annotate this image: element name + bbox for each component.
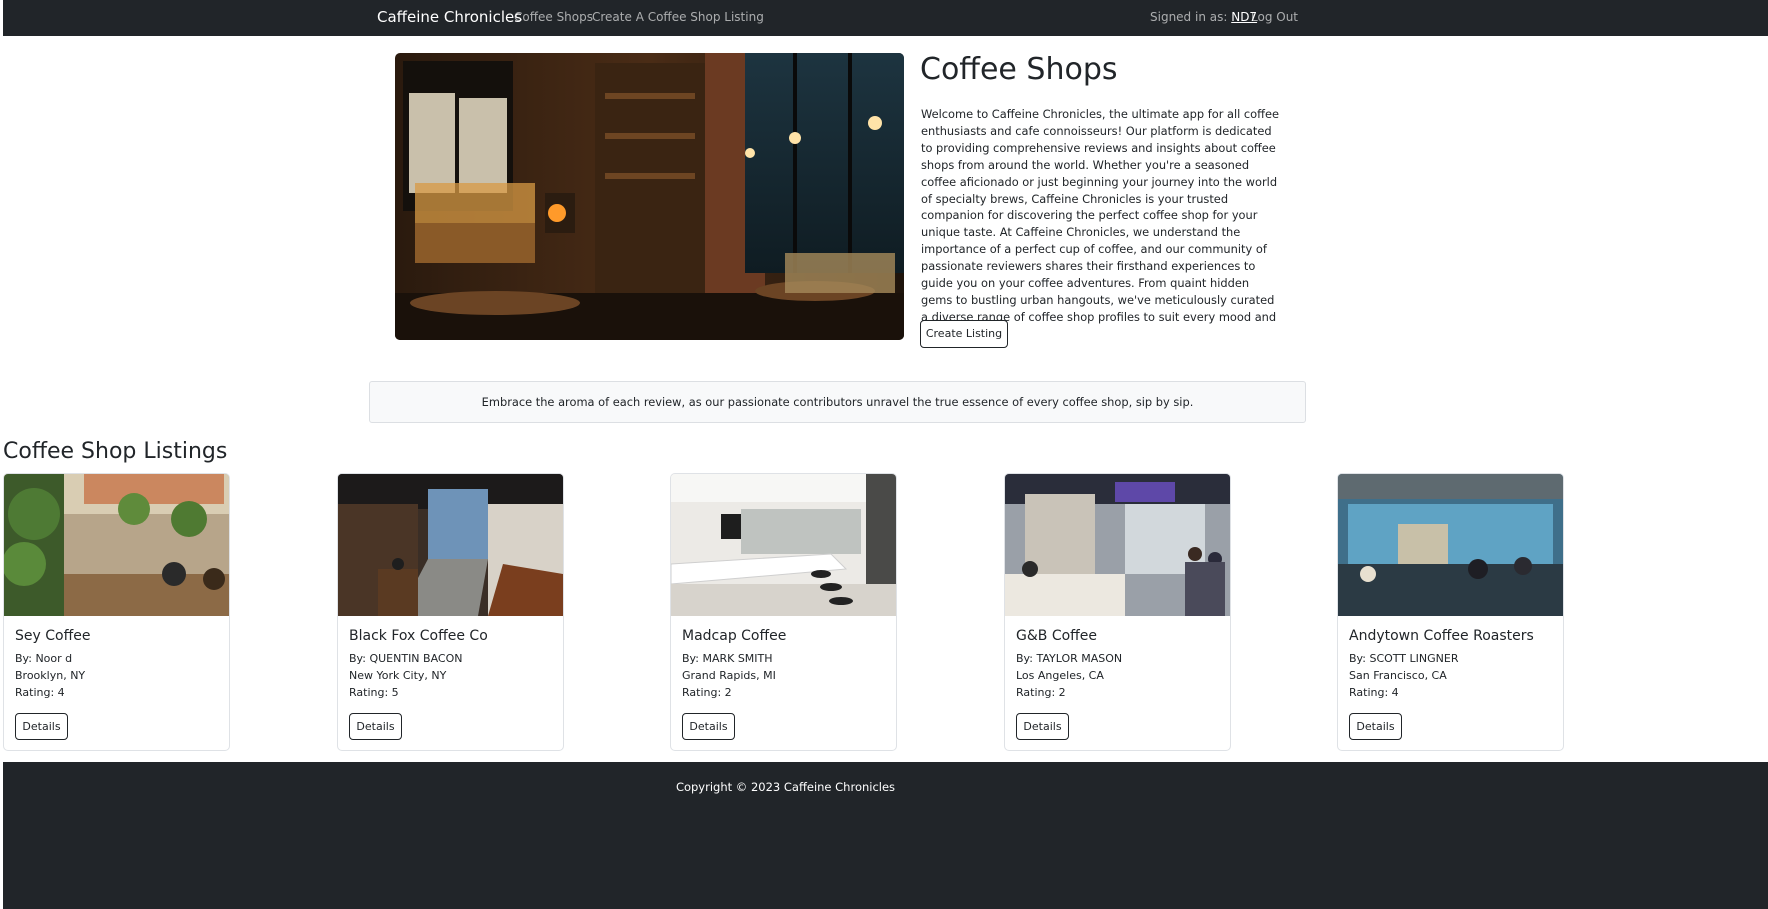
listing-location: Los Angeles, CA [1016,669,1104,682]
listing-rating: Rating: 4 [1349,686,1399,699]
listing-location: Grand Rapids, MI [682,669,776,682]
listing-photo [1338,474,1563,616]
listing-location: New York City, NY [349,669,447,682]
listing-card: Madcap Coffee By: MARK SMITH Grand Rapid… [670,473,897,751]
listing-card: Black Fox Coffee Co By: QUENTIN BACON Ne… [337,473,564,751]
listing-card: Andytown Coffee Roasters By: SCOTT LINGN… [1337,473,1564,751]
nav-link-create-listing[interactable]: Create A Coffee Shop Listing [592,10,764,24]
listing-photo [671,474,896,616]
details-button[interactable]: Details [682,713,735,740]
listing-location: Brooklyn, NY [15,669,86,682]
copyright-text: Copyright © 2023 Caffeine Chronicles [675,780,896,794]
top-navbar: Caffeine Chronicles Coffee Shops Create … [3,0,1768,36]
listing-author: By: SCOTT LINGNER [1349,652,1459,665]
listing-author: By: QUENTIN BACON [349,652,463,665]
create-listing-button[interactable]: Create Listing [920,320,1008,348]
listing-author: By: TAYLOR MASON [1016,652,1123,665]
listing-rating: Rating: 2 [1016,686,1066,699]
listing-name: Madcap Coffee [682,628,787,644]
signed-in-status: Signed in as: ND7 [1150,10,1257,24]
details-button[interactable]: Details [1349,713,1402,740]
listing-author: By: MARK SMITH [682,652,773,665]
listings-heading: Coffee Shop Listings [3,439,228,464]
listing-rating: Rating: 5 [349,686,399,699]
listing-rating: Rating: 2 [682,686,732,699]
listing-photo [1005,474,1230,616]
listing-rating: Rating: 4 [15,686,65,699]
details-button[interactable]: Details [349,713,402,740]
page-title: Coffee Shops [920,52,1118,87]
listing-name: Sey Coffee [15,628,91,644]
hero-cafe-image [395,53,904,340]
listing-name: G&B Coffee [1016,628,1098,644]
signed-in-label: Signed in as: [1150,10,1228,24]
listing-name: Black Fox Coffee Co [349,628,488,644]
listing-card: G&B Coffee By: TAYLOR MASON Los Angeles,… [1004,473,1231,751]
hero-description: Welcome to Caffeine Chronicles, the ulti… [921,107,1280,341]
listing-name: Andytown Coffee Roasters [1349,628,1534,644]
listing-location: San Francisco, CA [1349,669,1447,682]
listing-photo [4,474,229,616]
details-button[interactable]: Details [1016,713,1069,740]
page-footer: Copyright © 2023 Caffeine Chronicles [3,762,1768,909]
listing-photo [338,474,563,616]
listing-card: Sey Coffee By: Noor d Brooklyn, NY Ratin… [3,473,230,751]
logout-link[interactable]: Log Out [1251,10,1298,24]
details-button[interactable]: Details [15,713,68,740]
brand-link[interactable]: Caffeine Chronicles [377,8,522,26]
nav-link-coffee-shops[interactable]: Coffee Shops [514,10,593,24]
tagline-banner: Embrace the aroma of each review, as our… [369,381,1306,423]
listing-author: By: Noor d [15,652,73,665]
